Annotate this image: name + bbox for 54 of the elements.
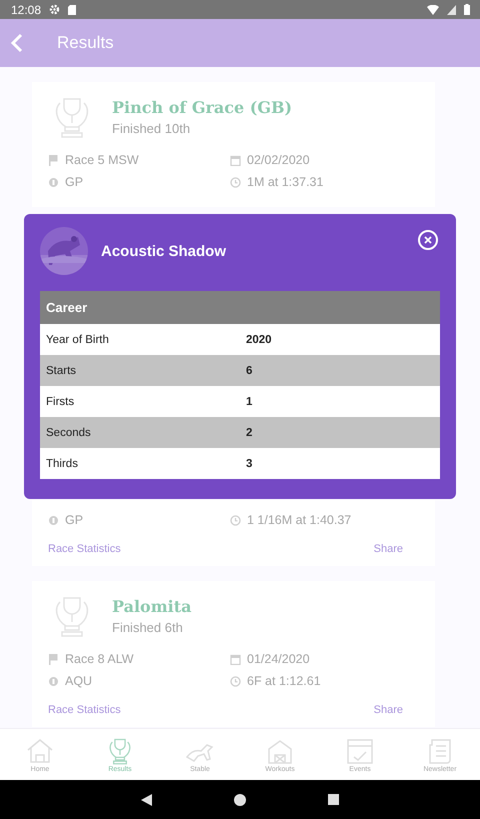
finish-position: Finished 6th (112, 620, 184, 635)
horse-name: Pinch of Grace (GB) (112, 98, 292, 117)
track-name: GP (65, 513, 84, 527)
flag-icon (48, 654, 59, 664)
race-distance-time: 1 1/16M at 1:40.37 (247, 513, 352, 527)
race-distance-time: 6F at 1:12.61 (247, 674, 321, 688)
settings-icon (49, 4, 60, 15)
house-icon (25, 736, 55, 764)
stat-label: Firsts (40, 386, 240, 417)
flag-icon (48, 154, 59, 166)
calendar-icon (230, 654, 241, 664)
race-name: Race 5 MSW (65, 153, 139, 167)
finish-position: Finished 10th (112, 121, 192, 136)
stat-value: 1 (240, 386, 440, 417)
stat-value: 3 (240, 448, 440, 479)
clock-icon (230, 514, 241, 526)
close-button[interactable] (418, 230, 438, 250)
track-name: AQU (65, 674, 92, 688)
calendar-icon (230, 154, 241, 166)
track-icon (48, 514, 59, 526)
race-statistics-link[interactable]: Race Statistics (48, 543, 121, 555)
calendar-icon (345, 736, 375, 764)
share-link[interactable]: Share (374, 704, 403, 716)
clock-icon (230, 676, 241, 686)
wifi-icon (427, 4, 439, 14)
race-name: Race 8 ALW (65, 652, 134, 666)
screen-title: Results (57, 33, 114, 53)
back-chevron-icon (10, 33, 24, 53)
clock-icon (230, 176, 241, 188)
stat-label: Starts (40, 355, 240, 386)
signal-icon (447, 4, 456, 14)
track-name: GP (65, 175, 84, 189)
stat-value: 6 (240, 355, 440, 386)
horse-name: Acoustic Shadow (101, 242, 226, 260)
close-icon (424, 236, 432, 244)
table-heading: Career (40, 291, 440, 324)
sd-card-icon (68, 4, 76, 14)
share-link[interactable]: Share (374, 543, 403, 555)
back-icon[interactable] (141, 794, 152, 806)
race-statistics-link[interactable]: Race Statistics (48, 704, 121, 716)
clock-time: 12:08 (11, 2, 42, 16)
battery-icon (464, 4, 470, 15)
track-icon (48, 676, 59, 686)
horse-name: Palomita (112, 597, 192, 616)
stat-label: Thirds (40, 448, 240, 479)
stat-value: 2020 (240, 324, 440, 355)
stat-label: Seconds (40, 417, 240, 448)
stat-label: Year of Birth (40, 324, 240, 355)
stat-value: 2 (240, 417, 440, 448)
race-distance-time: 1M at 1:37.31 (247, 175, 324, 189)
home-icon[interactable] (234, 794, 246, 806)
track-icon (48, 176, 59, 188)
race-date: 01/24/2020 (247, 652, 310, 666)
race-date: 02/02/2020 (247, 153, 310, 167)
